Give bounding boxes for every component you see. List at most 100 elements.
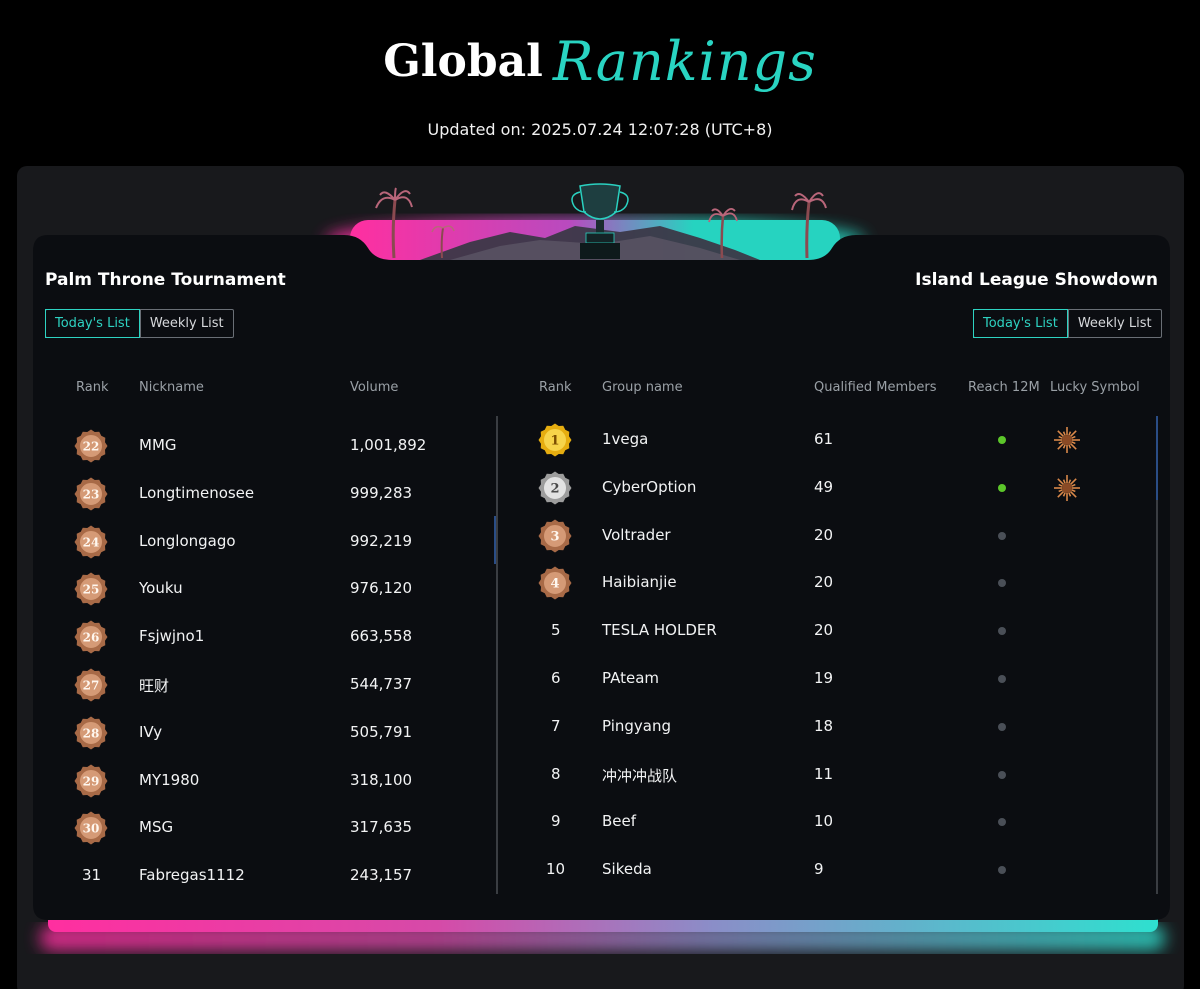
right-scrollbar[interactable]: [1156, 416, 1158, 894]
qualified-members: 9: [814, 860, 824, 879]
nickname: IVy: [139, 722, 163, 741]
medal-rank-number: 29: [83, 774, 100, 788]
left-scrollbar-thumb[interactable]: [494, 516, 496, 564]
page-header: Global Rankings Updated on: 2025.07.24 12…: [0, 0, 1200, 165]
qualified-members: 20: [814, 525, 834, 544]
medal-rank-number: 25: [83, 583, 100, 597]
moon-icon: [1052, 521, 1082, 551]
reach-yes-dot: [998, 436, 1006, 444]
qualified-members: 19: [814, 669, 834, 687]
moon-icon: [1052, 568, 1082, 598]
group-name: Sikeda: [602, 860, 652, 879]
bronze-medal-icon: 3: [538, 519, 572, 553]
group-name: Haibianjie: [602, 573, 677, 592]
medal-rank-number: 28: [83, 726, 100, 740]
tab-weekly-list[interactable]: Weekly List: [139, 310, 233, 337]
group-name: Voltrader: [602, 525, 671, 544]
qualified-members: 20: [814, 573, 834, 592]
sun-icon: [1052, 425, 1082, 455]
nickname: MY1980: [139, 770, 200, 789]
reach-no-dot: [998, 675, 1006, 683]
qualified-members: 18: [814, 716, 834, 735]
column-divider: [496, 416, 498, 894]
medal-rank-number: 1: [550, 434, 559, 449]
bronze-medal-icon: 4: [538, 566, 572, 600]
qualified-members: 11: [814, 764, 834, 783]
nickname: Longlongago: [139, 531, 236, 550]
medal-rank-number: 23: [83, 487, 100, 501]
bronze-medal-icon: 22: [74, 429, 108, 463]
rank-number: 8: [551, 764, 561, 783]
rank-number: 9: [551, 812, 561, 831]
volume: 544,737: [350, 675, 413, 693]
qualified-members: 61: [814, 430, 834, 448]
silver-medal-icon: 2: [538, 471, 572, 505]
bronze-medal-icon: 24: [74, 525, 108, 559]
qualified-members: 10: [814, 812, 834, 831]
volume: 663,558: [350, 627, 413, 646]
left-header-volume: Volume: [350, 380, 399, 395]
nickname: 旺财: [139, 677, 170, 695]
volume: 992,219: [350, 531, 413, 550]
left-header-rank: Rank: [76, 380, 109, 395]
reach-yes-dot: [998, 483, 1006, 492]
updated-timestamp: Updated on: 2025.07.24 12:07:28 (UTC+8): [427, 120, 773, 139]
bronze-medal-icon: 27: [74, 668, 108, 702]
tab-weekly-list[interactable]: Weekly List: [1067, 310, 1161, 337]
volume: 317,635: [350, 818, 413, 837]
reach-no-dot: [998, 770, 1006, 779]
medal-rank-number: 26: [83, 631, 100, 645]
tab-todays-list[interactable]: Today's List: [45, 309, 140, 338]
rank-number: 6: [551, 669, 561, 687]
volume: 318,100: [350, 770, 413, 789]
bronze-medal-icon: 25: [74, 572, 108, 606]
right-header-rank: Rank: [539, 380, 572, 395]
volume: 999,283: [350, 483, 413, 502]
nickname: Fabregas1112: [139, 866, 245, 885]
group-name: CyberOption: [602, 477, 697, 496]
nickname: MMG: [139, 436, 177, 454]
bronze-medal-icon: 26: [74, 620, 108, 654]
title-rankings: Rankings: [552, 30, 817, 93]
group-name: PAteam: [602, 669, 659, 687]
medal-rank-number: 27: [83, 679, 100, 693]
bronze-medal-icon: 30: [74, 811, 108, 845]
sun-icon: [1052, 473, 1082, 503]
nickname: Youku: [139, 579, 183, 598]
nickname: Longtimenosee: [139, 483, 255, 502]
left-section-title: Palm Throne Tournament: [45, 270, 286, 290]
nickname: MSG: [139, 818, 174, 837]
reach-no-dot: [998, 722, 1006, 731]
right-tab-group: Today's List Weekly List: [973, 309, 1162, 338]
group-name: Beef: [602, 812, 637, 831]
right-header-qualified-members: Qualified Members: [814, 380, 937, 395]
group-name: TESLA HOLDER: [602, 621, 717, 640]
bronze-medal-icon: 23: [74, 477, 108, 511]
left-header-nickname: Nickname: [139, 380, 204, 395]
bronze-medal-icon: 29: [74, 764, 108, 798]
rank-number: 7: [551, 716, 561, 735]
group-name: 冲冲冲战队: [602, 766, 678, 785]
group-name: Pingyang: [602, 716, 672, 735]
qualified-members: 20: [814, 621, 834, 640]
medal-rank-number: 22: [83, 440, 100, 454]
title-global: Global: [383, 36, 543, 87]
tab-todays-list[interactable]: Today's List: [973, 309, 1068, 338]
page-title: Global Rankings: [0, 30, 1200, 93]
volume: 976,120: [350, 579, 413, 598]
left-tab-group: Today's List Weekly List: [45, 309, 234, 338]
right-header-reach-12m: Reach 12M: [968, 380, 1040, 395]
medal-rank-number: 3: [550, 529, 559, 544]
right-scrollbar-thumb[interactable]: [1156, 416, 1158, 500]
medal-rank-number: 2: [550, 481, 559, 496]
volume: 1,001,892: [350, 436, 427, 454]
right-header-group-name: Group name: [602, 380, 683, 395]
gold-medal-icon: 1: [538, 423, 572, 457]
reach-no-dot: [998, 531, 1006, 540]
volume: 505,791: [350, 722, 413, 741]
rank-number: 31: [82, 866, 102, 885]
medal-rank-number: 30: [83, 822, 100, 836]
rank-number: 10: [546, 860, 566, 879]
volume: 243,157: [350, 866, 413, 885]
rank-number: 5: [551, 621, 561, 640]
